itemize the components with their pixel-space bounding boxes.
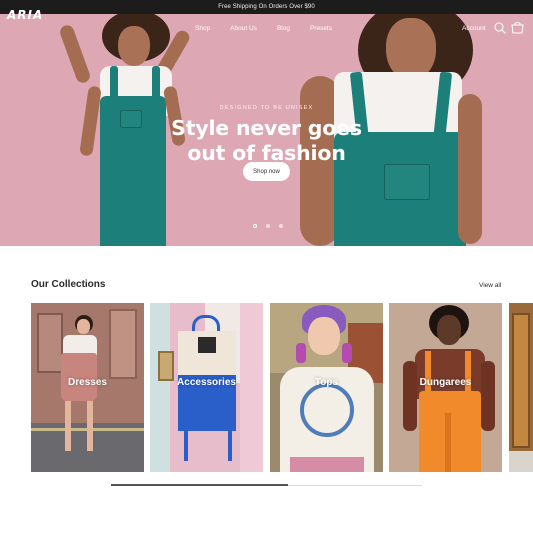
shop-now-button[interactable]: Shop now (243, 162, 290, 181)
collection-card-dresses[interactable]: Dresses (31, 303, 144, 472)
hero-headline-line-1: Style never goes (171, 116, 362, 140)
collection-card-dungarees[interactable]: Dungarees (389, 303, 502, 472)
main-nav: Shop About Us Blog Presets (195, 25, 352, 32)
collection-label-accessories: Accessories (177, 377, 236, 388)
collections-scrollbar-thumb[interactable] (111, 484, 288, 486)
brand-logo[interactable]: ARIA (7, 8, 43, 22)
collection-card-tops[interactable]: Tops (270, 303, 383, 472)
cart-icon[interactable] (511, 21, 524, 34)
slide-dot-2[interactable] (266, 224, 270, 228)
nav-item-blog[interactable]: Blog (277, 25, 290, 32)
slide-dot-3[interactable] (279, 224, 283, 228)
view-all-link[interactable]: View all (479, 282, 501, 289)
collection-label-tops: Tops (314, 377, 339, 388)
collection-label-dungarees: Dungarees (419, 377, 472, 388)
hero-banner: DESIGNED TO BE UNISEX Style never goes o… (0, 14, 533, 246)
hero-headline: Style never goes out of fashion (0, 116, 533, 166)
slide-dot-1[interactable] (253, 224, 257, 228)
search-icon[interactable] (494, 22, 506, 34)
nav-item-presets[interactable]: Presets (310, 25, 332, 32)
hero-text-block: DESIGNED TO BE UNISEX Style never goes o… (0, 105, 533, 166)
hero-eyebrow: DESIGNED TO BE UNISEX (219, 105, 314, 111)
account-link[interactable]: Account (462, 25, 486, 32)
collections-title: Our Collections (31, 279, 106, 290)
nav-item-shop[interactable]: Shop (195, 25, 210, 32)
nav-item-about-us[interactable]: About Us (230, 25, 257, 32)
slide-indicators (253, 224, 283, 228)
collection-label-dresses: Dresses (68, 377, 107, 388)
announcement-bar: Free Shipping On Orders Over $90 (0, 0, 533, 14)
collection-card-accessories[interactable]: Accessories (150, 303, 263, 472)
collection-card-partial[interactable] (509, 303, 533, 472)
